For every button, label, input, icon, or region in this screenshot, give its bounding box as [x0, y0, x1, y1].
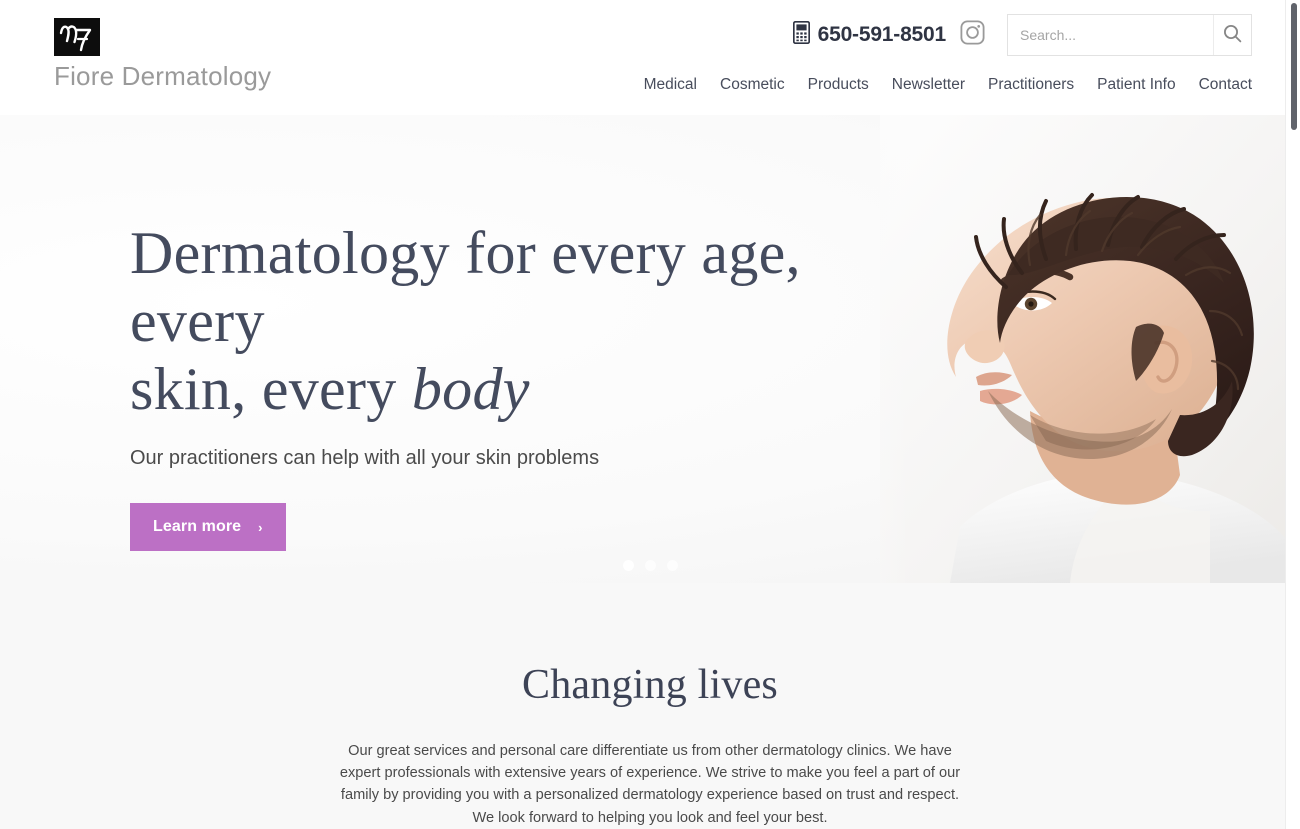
- hero-headline-line2: skin, every: [130, 355, 412, 422]
- header-contact-row: 650-591-8501: [792, 14, 1252, 56]
- hero-headline-emphasis: body: [411, 355, 530, 422]
- section-title: Changing lives: [522, 662, 778, 708]
- brand-name: Fiore Dermatology: [54, 61, 272, 91]
- section-body-text: Our great services and personal care dif…: [339, 743, 961, 826]
- carousel-dots: [0, 560, 1300, 571]
- instagram-icon[interactable]: [960, 20, 985, 50]
- scrollbar-thumb[interactable]: [1291, 3, 1297, 130]
- nav-item-patient-info[interactable]: Patient Info: [1097, 76, 1175, 94]
- page-root: Fiore Dermatology 650-591-8501 Search...…: [0, 0, 1300, 829]
- carousel-dot-3[interactable]: [666, 560, 678, 571]
- nav-item-newsletter[interactable]: Newsletter: [892, 76, 965, 94]
- hero-carousel: Dermatology for every age, every skin, e…: [0, 115, 1300, 583]
- changing-lives-section: Changing lives Our great services and pe…: [0, 583, 1300, 829]
- mobile-phone-icon: [792, 20, 810, 49]
- phone-number: 650-591-8501: [817, 23, 947, 46]
- chevron-right-icon: ›: [258, 519, 263, 535]
- search-submit-button[interactable]: [1213, 15, 1251, 55]
- search-input[interactable]: [1008, 15, 1213, 55]
- carousel-dot-1[interactable]: [622, 560, 634, 571]
- nav-item-products[interactable]: Products: [808, 76, 869, 94]
- hero-portrait-image: [880, 115, 1300, 583]
- nav-item-cosmetic[interactable]: Cosmetic: [720, 76, 785, 94]
- search-icon: [1223, 24, 1242, 46]
- hero-headline: Dermatology for every age, every skin, e…: [130, 220, 930, 423]
- hero-headline-line1: Dermatology for every age, every: [130, 220, 801, 354]
- nav-item-practitioners[interactable]: Practitioners: [988, 76, 1074, 94]
- fiore-monogram-icon: [54, 18, 100, 56]
- nav-item-medical[interactable]: Medical: [644, 76, 697, 94]
- phone-link[interactable]: 650-591-8501: [792, 20, 947, 49]
- learn-more-button[interactable]: Learn more ›: [130, 503, 286, 552]
- learn-more-label: Learn more: [153, 518, 242, 536]
- hero-text-block: Dermatology for every age, every skin, e…: [130, 220, 930, 552]
- carousel-dot-2[interactable]: [644, 560, 656, 571]
- search-box: [1007, 14, 1252, 56]
- nav-item-contact[interactable]: Contact: [1199, 76, 1252, 94]
- site-logo[interactable]: Fiore Dermatology: [54, 18, 271, 91]
- hero-subtitle: Our practitioners can help with all your…: [130, 447, 600, 470]
- page-scrollbar[interactable]: [1285, 0, 1300, 829]
- main-navigation: Medical Cosmetic Products Newsletter Pra…: [644, 76, 1252, 94]
- site-header: Fiore Dermatology 650-591-8501 Search...…: [0, 0, 1300, 115]
